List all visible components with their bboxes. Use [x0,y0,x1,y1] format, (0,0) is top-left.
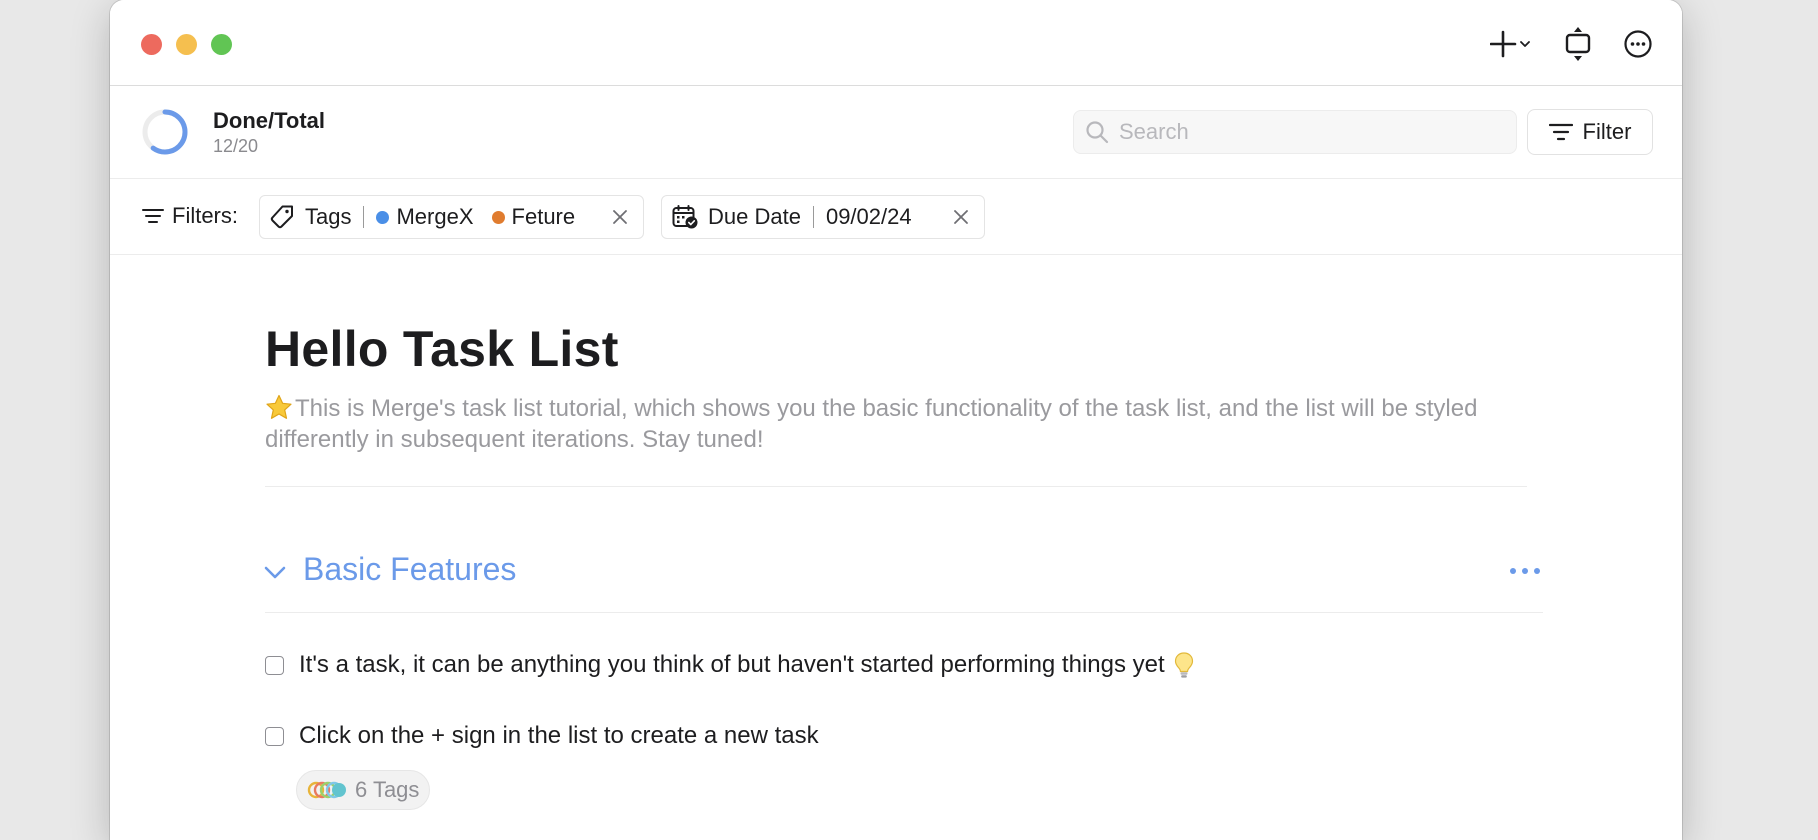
close-icon [954,210,968,224]
tag-value-feture: Feture [511,204,576,229]
active-filters-bar: Filters: Tags MergeX Feture Due Date 09/… [110,179,1682,255]
task-checkbox[interactable] [265,655,284,675]
page-title: Hello Task List [265,321,619,377]
zoom-window-button[interactable] [211,34,232,55]
filter-button-label: Filter [1582,119,1632,144]
stacked-tags-icon [307,781,346,799]
chip-separator [363,206,365,228]
task-tags-count: 6 Tags [355,777,420,802]
search-box[interactable] [1073,110,1517,154]
star-icon [266,394,292,419]
section-title[interactable]: Basic Features [303,551,516,588]
due-date-filter-value: 09/02/24 [825,204,912,229]
done-total-count: 12/20 [213,136,259,156]
filter-button[interactable]: Filter [1527,109,1653,155]
close-window-button[interactable] [141,34,162,55]
tags-filter-chip[interactable]: Tags MergeX Feture [259,195,644,239]
task-item: It's a task, it can be anything you thin… [265,651,1195,679]
divider [265,612,1543,613]
divider [265,486,1527,487]
search-input[interactable] [1117,118,1501,146]
done-total-title: Done/Total [213,108,326,133]
task-title[interactable]: It's a task, it can be anything you thin… [299,651,1165,679]
due-date-filter-chip[interactable]: Due Date 09/02/24 [661,195,985,239]
section-more-button[interactable] [1508,560,1542,582]
filters-label: Filters: [142,203,238,229]
task-item: Click on the + sign in the list to creat… [265,722,819,750]
tags-filter-field: Tags [305,204,352,229]
app-window: Done/Total 12/20 Filter Fi [110,0,1682,840]
filters-label-text: Filters: [172,203,238,228]
fit-height-icon [1565,27,1591,61]
summary-bar: Done/Total 12/20 Filter [110,86,1682,179]
more-options-button[interactable] [1618,22,1658,66]
section-collapse-toggle[interactable] [262,561,288,583]
ellipsis-circle-icon [1624,30,1652,58]
task-title[interactable]: Click on the + sign in the list to creat… [299,722,819,750]
task-tags-pill[interactable]: 6 Tags [296,770,431,810]
remove-tags-filter-button[interactable] [609,206,631,228]
filter-lines-icon [142,209,164,223]
filter-lines-icon [1548,123,1573,141]
fit-height-button[interactable] [1558,22,1598,66]
tag-color-dot-feture [491,210,505,224]
lightbulb-icon [1173,651,1195,679]
chip-separator [812,206,814,228]
title-bar [110,0,1682,86]
ellipsis-icon [1510,568,1540,574]
calendar-check-icon [672,205,698,229]
plus-with-chevron-icon [1490,30,1530,58]
search-icon [1086,121,1109,144]
close-icon [613,210,627,224]
tag-value-mergex: MergeX [396,204,474,229]
page-description-text: This is Merge's task list tutorial, whic… [265,395,1478,453]
tag-icon [270,205,293,229]
add-menu-button[interactable] [1488,22,1536,66]
tag-color-dot-mergex [376,210,390,224]
progress-ring-icon [142,109,188,155]
due-date-filter-field: Due Date [708,204,801,229]
page-description[interactable]: This is Merge's task list tutorial, whic… [265,393,1535,455]
minimize-window-button[interactable] [176,34,197,55]
remove-due-date-filter-button[interactable] [950,206,972,228]
task-checkbox[interactable] [265,726,284,746]
chevron-down-icon [264,566,286,579]
